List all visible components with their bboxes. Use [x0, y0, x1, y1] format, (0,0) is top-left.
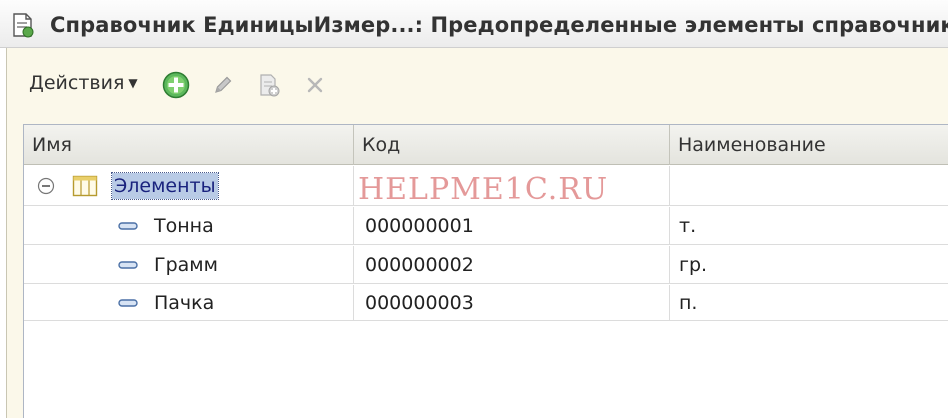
predefined-items-table[interactable]: Имя Код Наименование Элементы Тонна 0000…	[23, 124, 948, 418]
column-header-name[interactable]: Имя	[24, 125, 354, 165]
cell-code: 000000002	[354, 246, 670, 283]
form-frame: Действия ▼ Имя Код Наименование Элементы…	[6, 48, 948, 418]
item-name: Пачка	[154, 291, 215, 314]
cell-name: Пачка	[24, 285, 354, 320]
add-icon[interactable]	[161, 70, 191, 100]
collapse-minus-icon[interactable]	[37, 177, 55, 195]
actions-menu-label: Действия	[29, 72, 125, 94]
table-row[interactable]: Пачка 000000003 п.	[24, 285, 948, 321]
column-header-description[interactable]: Наименование	[670, 125, 948, 165]
cell-code	[354, 166, 670, 205]
window-title-bar: Справочник ЕдиницыИзмер...: Предопределе…	[0, 0, 948, 48]
cell-name: Тонна	[24, 207, 354, 244]
copy-icon[interactable]	[254, 70, 284, 100]
cell-code: 000000003	[354, 285, 670, 320]
cell-name: Грамм	[24, 246, 354, 283]
cell-description	[670, 166, 948, 205]
toolbar: Действия ▼	[7, 48, 948, 120]
cell-name: Элементы	[24, 166, 354, 205]
cell-description: т.	[679, 214, 697, 237]
item-name: Грамм	[154, 253, 218, 276]
group-folder-icon	[72, 175, 98, 196]
item-element-icon	[118, 298, 138, 307]
table-row[interactable]: Грамм 000000002 гр.	[24, 246, 948, 284]
dropdown-arrow-icon: ▼	[128, 76, 138, 90]
item-element-icon	[118, 221, 138, 230]
item-element-icon	[118, 260, 138, 269]
table-row[interactable]: Тонна 000000001 т.	[24, 207, 948, 245]
table-header: Имя Код Наименование	[24, 125, 948, 165]
edit-icon[interactable]	[208, 70, 238, 100]
item-name: Тонна	[154, 214, 214, 237]
cell-description: п.	[679, 291, 698, 314]
cell-description: гр.	[679, 253, 708, 276]
group-name-label[interactable]: Элементы	[111, 171, 219, 200]
table-row-group[interactable]: Элементы	[24, 166, 948, 206]
column-header-code[interactable]: Код	[354, 125, 670, 165]
delete-icon[interactable]	[300, 70, 330, 100]
window-title: Справочник ЕдиницыИзмер...: Предопределе…	[50, 13, 948, 37]
cell-code: 000000001	[354, 207, 670, 244]
actions-menu-button[interactable]: Действия ▼	[29, 72, 138, 94]
catalog-document-icon	[13, 13, 34, 38]
